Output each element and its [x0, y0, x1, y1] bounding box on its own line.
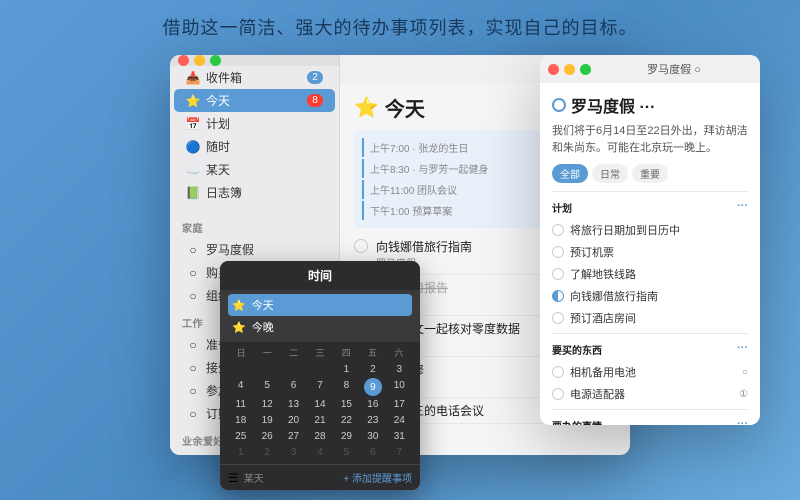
todo-section: 要办的事情 ··· [552, 418, 748, 425]
cal-tonight-label: 今晚 [252, 319, 274, 335]
someday-label: 某天 [206, 161, 230, 178]
cal-days: 1 2 3 4 5 6 7 8 9 10 11 12 13 14 15 16 1… [228, 362, 412, 460]
sidebar-item-romavacation[interactable]: ○ 罗马度假 [174, 238, 335, 261]
plan-task-3[interactable]: 了解地铁线路 [552, 263, 748, 285]
todo-more-btn[interactable]: ··· [737, 418, 748, 425]
sidebar-item-scheduled[interactable]: 📅 计划 [174, 112, 335, 135]
buy-check-2[interactable] [552, 388, 564, 400]
buy-check-1[interactable] [552, 366, 564, 378]
detail-description: 我们将于6月14日至22日外出，拜访胡洁和朱尚东。可能在北京玩一晚上。 [552, 123, 748, 156]
detail-content: 罗马度假 ··· 我们将于6月14日至22日外出，拜访胡洁和朱尚东。可能在北京玩… [540, 83, 760, 425]
inbox-label: 收件箱 [206, 69, 242, 86]
close-button[interactable] [178, 55, 189, 66]
list-icon: ○ [186, 243, 200, 257]
buy-task-2[interactable]: 电源适配器 ① [552, 383, 748, 405]
list-icon4: ○ [186, 338, 200, 352]
detail-tabs: 全部 日常 重要 [552, 164, 748, 183]
star-icon-tonight: ⭐ [232, 321, 246, 334]
star-icon: ⭐ [354, 95, 379, 120]
tab-daily[interactable]: 日常 [592, 164, 628, 183]
inbox-icon: 📥 [186, 71, 200, 85]
plan-check-3[interactable] [552, 268, 564, 280]
list-icon6: ○ [186, 384, 200, 398]
cal-item-tonight[interactable]: ⭐ 今晚 [228, 316, 412, 338]
tab-all[interactable]: 全部 [552, 164, 588, 183]
anytime-icon: 🔵 [186, 140, 200, 154]
fullscreen-button[interactable] [210, 55, 221, 66]
list-icon2: ○ [186, 266, 200, 280]
today-heading: 今天 [385, 93, 425, 122]
plan-check-1[interactable] [552, 224, 564, 236]
today-badge: 8 [307, 94, 323, 107]
list-icon5: ○ [186, 361, 200, 375]
detail-title: 罗马度假 ··· [552, 93, 748, 117]
plan-check-2[interactable] [552, 246, 564, 258]
detail-fullscreen-btn[interactable] [580, 64, 591, 75]
detail-circle-icon [552, 98, 566, 112]
plan-task-2[interactable]: 预订机票 [552, 241, 748, 263]
scheduled-label: 计划 [206, 115, 230, 132]
cal-header: 时间 [220, 261, 420, 290]
sidebar-item-label: 罗马度假 [206, 241, 254, 258]
inbox-badge: 2 [307, 71, 323, 84]
calendar-popup: 时间 ⭐ 今天 ⭐ 今晚 日 一 二 三 四 五 六 [220, 261, 420, 490]
plan-section: 计划 ··· [552, 200, 748, 215]
tab-important[interactable]: 重要 [632, 164, 668, 183]
buy-more-btn[interactable]: ··· [737, 342, 748, 357]
someday-icon: ☁️ [186, 163, 200, 177]
list-icon7: ○ [186, 407, 200, 421]
family-section-header: 家庭 [170, 212, 339, 238]
cal-someday-label: 某天 [244, 470, 264, 485]
logbook-icon: 📗 [186, 186, 200, 200]
buy-section: 要买的东西 ··· [552, 342, 748, 357]
sidebar-item-someday[interactable]: ☁️ 某天 [174, 158, 335, 181]
plan-task-4[interactable]: 向钱娜借旅行指南 [552, 285, 748, 307]
detail-window: 罗马度假 ○ 罗马度假 ··· 我们将于6月14日至22日外出，拜访胡洁和朱尚东… [540, 55, 760, 425]
windows-container: 📥 收件箱 2 ⭐ 今天 8 📅 计划 🔵 随时 ☁️ 某天 [0, 50, 800, 500]
logbook-label: 日志簿 [206, 184, 242, 201]
star-icon-today: ⭐ [232, 299, 246, 312]
anytime-label: 随时 [206, 138, 230, 155]
sidebar-item-logbook[interactable]: 📗 日志簿 [174, 181, 335, 204]
cal-title: 时间 [308, 267, 332, 284]
detail-window-title: 罗马度假 ○ [647, 61, 701, 77]
sidebar-item-today[interactable]: ⭐ 今天 8 [174, 89, 335, 112]
detail-minimize-btn[interactable] [564, 64, 575, 75]
list-icon3: ○ [186, 289, 200, 303]
task-check-1[interactable] [354, 239, 368, 253]
add-reminder-button[interactable]: + 添加提醒事项 [343, 470, 412, 485]
detail-close-btn[interactable] [548, 64, 559, 75]
page-title: 借助这一简洁、强大的待办事项列表，实现自己的目标。 [163, 0, 638, 50]
cal-today-day[interactable]: 9 [364, 378, 382, 396]
today-icon: ⭐ [186, 94, 200, 108]
calendar-icon: 📅 [186, 117, 200, 131]
plan-check-4[interactable] [552, 290, 564, 302]
someday-cal-icon: ☰ [228, 471, 239, 485]
sidebar-item-inbox[interactable]: 📥 收件箱 2 [174, 66, 335, 89]
detail-title-text: 罗马度假 ··· [571, 93, 655, 117]
sidebar-titlebar [170, 55, 339, 66]
minimize-button[interactable] [194, 55, 205, 66]
cal-item-today[interactable]: ⭐ 今天 [228, 294, 412, 316]
detail-titlebar: 罗马度假 ○ [540, 55, 760, 83]
plan-more-btn[interactable]: ··· [737, 200, 748, 215]
cal-today-label: 今天 [252, 297, 274, 313]
sidebar-item-anytime[interactable]: 🔵 随时 [174, 135, 335, 158]
plan-task-5[interactable]: 预订酒店房间 [552, 307, 748, 329]
cal-footer: ☰ 某天 + 添加提醒事项 [220, 464, 420, 490]
plan-task-1[interactable]: 将旅行日期加到日历中 [552, 219, 748, 241]
cal-items: ⭐ 今天 ⭐ 今晚 [220, 290, 420, 342]
plan-check-5[interactable] [552, 312, 564, 324]
today-label: 今天 [206, 92, 230, 109]
cal-days-header: 日 一 二 三 四 五 六 [228, 346, 412, 359]
cal-grid: 日 一 二 三 四 五 六 1 2 3 4 5 6 7 8 [220, 342, 420, 464]
buy-task-1[interactable]: 相机备用电池 ○ [552, 361, 748, 383]
